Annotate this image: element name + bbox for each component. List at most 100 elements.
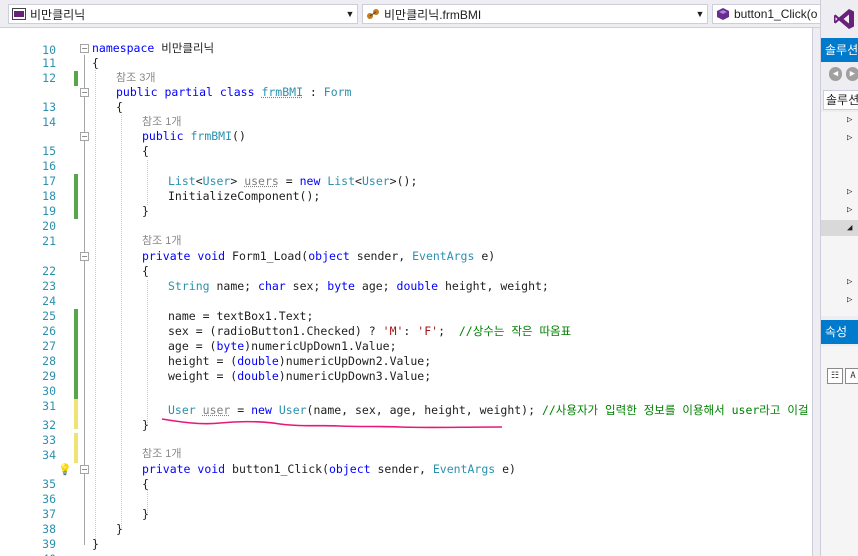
solution-explorer-search[interactable]: 솔루션 탐색기 검색 <box>823 90 858 110</box>
type-name: String <box>168 279 210 293</box>
keyword: double <box>237 369 279 383</box>
line-number: 21 <box>42 234 56 248</box>
code-line[interactable]: 13 − public partial class frmBMI : Form <box>0 85 820 114</box>
chevron-down-icon[interactable]: ▼ <box>693 9 707 19</box>
expand-arrow-icon[interactable]: ▷ <box>847 292 858 308</box>
keyword: public <box>142 129 184 143</box>
code-line[interactable]: 17 <box>0 159 820 204</box>
splitter[interactable] <box>812 28 820 556</box>
collapse-icon[interactable]: − <box>80 88 89 97</box>
solution-explorer-title[interactable]: 솔루션 탐색기 <box>821 38 858 62</box>
code-line[interactable]: 25 <box>0 294 820 339</box>
expand-arrow-icon[interactable]: ▷ <box>847 184 858 200</box>
code-line[interactable]: 30 weight = (double)numericUpDown3.Value… <box>0 369 820 414</box>
code-line[interactable]: 29 height = (double)numericUpDown2.Value… <box>0 354 820 399</box>
forward-icon[interactable]: ▶ <box>846 67 858 81</box>
keyword: public <box>116 85 158 99</box>
brace: } <box>142 507 149 521</box>
decl: sex; <box>285 279 328 293</box>
keyword: object <box>329 462 371 476</box>
keyword: partial <box>164 85 213 99</box>
code-line[interactable]: 23 { <box>0 264 820 293</box>
brace: { <box>116 100 123 114</box>
code-line[interactable]: 18 List<User> users = new List<User>(); <box>0 174 820 219</box>
collapse-icon[interactable]: − <box>80 252 89 261</box>
chevron-down-icon[interactable]: ▼ <box>343 9 357 19</box>
code-line[interactable]: 36 { <box>0 477 820 506</box>
class-dropdown[interactable]: 비만클리닉.frmBMI ▼ <box>362 4 708 24</box>
code-line[interactable]: 24 String name; char sex; byte age; doub… <box>0 279 820 324</box>
codelens-references[interactable]: 참조 1개 <box>142 115 182 130</box>
code-line[interactable]: 35 💡 − private void button1_Click(object… <box>0 462 820 491</box>
code-line[interactable]: 28 age = (byte)numericUpDown1.Value; <box>0 339 820 384</box>
method-call: InitializeComponent(); <box>168 189 321 203</box>
vs-logo-icon <box>834 9 854 29</box>
expand-arrow-icon[interactable]: ▷ <box>847 274 858 290</box>
properties-title[interactable]: 속성 <box>821 320 858 344</box>
code-line[interactable]: 38 } <box>0 507 820 536</box>
collapse-icon[interactable]: − <box>80 465 89 474</box>
alphabetical-icon[interactable]: A <box>845 368 858 384</box>
code-line[interactable]: 20 } <box>0 204 820 233</box>
keyword: class <box>219 85 255 99</box>
param: e) <box>474 249 496 263</box>
brace: } <box>116 522 123 536</box>
param: sender, <box>370 462 433 476</box>
class-name: frmBMI <box>261 85 303 99</box>
code-line[interactable]: 31 <box>0 384 820 429</box>
categorized-icon[interactable]: ☷ <box>827 368 843 384</box>
line-number: 40 <box>24 552 56 556</box>
expand-arrow-icon[interactable]: ▷ <box>847 202 858 218</box>
code-line[interactable]: 14 { <box>0 100 820 129</box>
statement: weight = ( <box>168 369 238 383</box>
code-line[interactable]: 26 name = textBox1.Text; <box>0 309 820 354</box>
brace: } <box>142 418 149 432</box>
csharp-project-icon <box>12 8 26 20</box>
class-dropdown-label: 비만클리닉.frmBMI <box>384 7 482 22</box>
codelens-references[interactable]: 참조 1개 <box>142 234 182 249</box>
collapse-icon[interactable]: − <box>80 44 89 53</box>
keyword: object <box>308 249 350 263</box>
keyword: namespace <box>92 41 155 55</box>
right-tool-panel: 솔루션 탐색기 ◀ ▶ 솔루션 탐색기 검색 ▷ ▷ ▷ ▷ ◢ ▷ ▷ 속성 … <box>820 0 858 556</box>
type-name: User <box>278 403 307 417</box>
code-line[interactable]: 37 <box>0 492 820 521</box>
code-line[interactable]: 32 User user = new User(name, sex, age, … <box>0 403 820 448</box>
keyword: double <box>396 279 439 293</box>
collapse-icon[interactable]: − <box>80 132 89 141</box>
code-line[interactable]: 40 } <box>0 537 820 556</box>
code-line[interactable]: 15 − public frmBMI() <box>0 129 820 158</box>
collapse-arrow-icon[interactable]: ◢ <box>821 220 858 236</box>
statement: name = textBox1.Text; <box>168 309 314 323</box>
code-line[interactable]: 34 <box>0 433 820 462</box>
decl: age; <box>354 279 397 293</box>
code-line[interactable]: 16 { <box>0 144 820 189</box>
brace: { <box>92 56 99 70</box>
expand-arrow-icon[interactable]: ▷ <box>847 130 858 146</box>
parens: () <box>232 129 246 143</box>
string-literal: 'M' <box>382 324 404 338</box>
expand-arrow-icon[interactable]: ▷ <box>847 112 858 128</box>
lightbulb-icon[interactable]: 💡 <box>58 462 72 477</box>
line-number: 12 <box>42 71 56 85</box>
namespace-icon <box>367 9 379 19</box>
args: (name, sex, age, height, weight); <box>306 403 542 417</box>
project-dropdown[interactable]: 비만클리닉 ▼ <box>8 4 358 24</box>
codelens-references[interactable]: 참조 1개 <box>142 447 182 462</box>
code-line[interactable]: 11 − namespace 비만클리닉 <box>0 41 820 86</box>
member-dropdown[interactable]: button1_Click(o <box>712 4 824 24</box>
code-line[interactable]: 21 <box>0 219 820 248</box>
type-name: User <box>202 174 231 188</box>
method-name: frmBMI <box>190 129 233 143</box>
code-line[interactable]: 27 sex = (radioButton1.Checked) ? 'M': '… <box>0 324 820 369</box>
code-line[interactable]: 19 InitializeComponent(); <box>0 189 820 218</box>
type-name: List <box>168 174 196 188</box>
keyword: byte <box>327 279 355 293</box>
code-line[interactable]: 39 } <box>0 522 820 551</box>
code-line[interactable]: 22 − private void Form1_Load(object send… <box>0 249 820 278</box>
codelens-references[interactable]: 참조 3개 <box>116 71 156 86</box>
keyword: byte <box>216 339 245 353</box>
back-icon[interactable]: ◀ <box>829 67 842 81</box>
code-line[interactable]: 12 { <box>0 56 820 85</box>
code-editor[interactable]: 10 11 − namespace 비만클리닉 12 { 참조 3개 13 − … <box>0 28 820 556</box>
